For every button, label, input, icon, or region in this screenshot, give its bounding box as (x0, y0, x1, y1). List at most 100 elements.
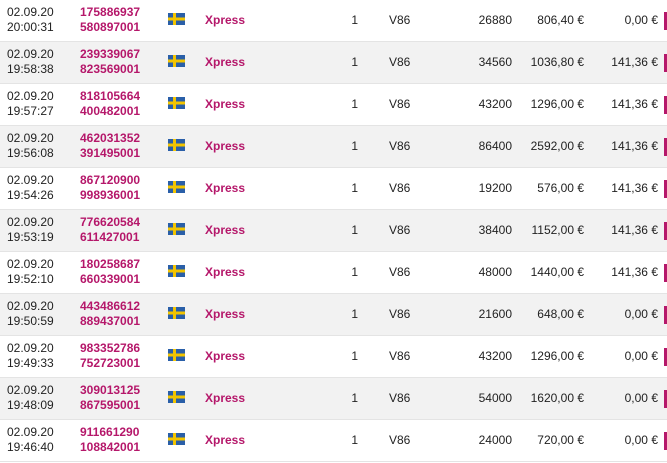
time-text: 19:49:33 (7, 356, 54, 370)
order-id[interactable]: 239339067 (80, 47, 140, 62)
product-link[interactable]: Xpress (205, 181, 245, 196)
product-link[interactable]: Xpress (205, 265, 245, 280)
order-sub-id[interactable]: 998936001 (80, 188, 140, 203)
quantity-cell: 1 (351, 13, 358, 27)
date-cell: 02.09.20 19:48:09 (7, 383, 54, 413)
order-link[interactable]: 309013125 867595001 (80, 383, 140, 413)
order-id[interactable]: 818105664 (80, 89, 140, 104)
table-row: 02.09.20 19:56:08 462031352 391495001 Xp… (0, 126, 667, 168)
product-link[interactable]: Xpress (205, 13, 245, 28)
volume-cell: 26880 (478, 13, 512, 27)
order-id[interactable]: 983352786 (80, 341, 140, 356)
order-id[interactable]: 309013125 (80, 383, 140, 398)
fee-cell: 141,36 € (611, 55, 658, 69)
fee-cell: 141,36 € (611, 181, 658, 195)
game-code-cell: V86 (389, 265, 411, 279)
time-text: 19:58:38 (7, 62, 54, 76)
product-link[interactable]: Xpress (205, 349, 245, 364)
table-row: 02.09.20 19:49:33 983352786 752723001 Xp… (0, 336, 667, 378)
table-row: 02.09.20 19:57:27 818105664 400482001 Xp… (0, 84, 667, 126)
order-sub-id[interactable]: 660339001 (80, 272, 140, 287)
order-link[interactable]: 983352786 752723001 (80, 341, 140, 371)
date-text: 02.09.20 (7, 257, 54, 271)
order-sub-id[interactable]: 867595001 (80, 398, 140, 413)
date-text: 02.09.20 (7, 299, 54, 313)
product-link[interactable]: Xpress (205, 433, 245, 448)
product-link[interactable]: Xpress (205, 97, 245, 112)
order-id[interactable]: 867120900 (80, 173, 140, 188)
volume-cell: 19200 (478, 181, 512, 195)
amount-cell: 1296,00 € (530, 349, 584, 363)
amount-cell: 1620,00 € (530, 391, 584, 405)
amount-cell: 1152,00 € (531, 223, 585, 237)
order-sub-id[interactable]: 400482001 (80, 104, 140, 119)
order-sub-id[interactable]: 611427001 (80, 230, 140, 245)
product-link[interactable]: Xpress (205, 55, 245, 70)
time-text: 19:50:59 (7, 314, 54, 328)
sweden-flag-icon (168, 55, 185, 67)
table-row: 02.09.20 19:46:40 911661290 108842001 Xp… (0, 420, 667, 462)
time-text: 19:53:19 (7, 230, 54, 244)
order-id[interactable]: 175886937 (80, 5, 140, 20)
date-cell: 02.09.20 19:52:10 (7, 257, 54, 287)
sweden-flag-icon (168, 433, 185, 445)
product-link[interactable]: Xpress (205, 391, 245, 406)
volume-cell: 86400 (478, 139, 512, 153)
product-link[interactable]: Xpress (205, 223, 245, 238)
date-cell: 02.09.20 19:53:19 (7, 215, 54, 245)
time-text: 19:54:26 (7, 188, 54, 202)
order-link[interactable]: 818105664 400482001 (80, 89, 140, 119)
order-sub-id[interactable]: 823569001 (80, 62, 140, 77)
quantity-cell: 1 (351, 391, 358, 405)
game-code-cell: V86 (389, 223, 411, 237)
order-sub-id[interactable]: 889437001 (80, 314, 140, 329)
order-id[interactable]: 776620584 (80, 215, 140, 230)
order-link[interactable]: 175886937 580897001 (80, 5, 140, 35)
order-sub-id[interactable]: 391495001 (80, 146, 140, 161)
volume-cell: 43200 (478, 97, 512, 111)
table-row: 02.09.20 20:00:31 175886937 580897001 Xp… (0, 0, 667, 42)
table-row: 02.09.20 19:58:38 239339067 823569001 Xp… (0, 42, 667, 84)
order-link[interactable]: 462031352 391495001 (80, 131, 140, 161)
product-link[interactable]: Xpress (205, 139, 245, 154)
order-id[interactable]: 462031352 (80, 131, 140, 146)
time-text: 19:52:10 (7, 272, 54, 286)
game-code-cell: V86 (389, 433, 411, 447)
product-link[interactable]: Xpress (205, 307, 245, 322)
order-link[interactable]: 911661290 108842001 (80, 425, 140, 455)
order-link[interactable]: 180258687 660339001 (80, 257, 140, 287)
fee-cell: 141,36 € (611, 223, 658, 237)
amount-cell: 1440,00 € (530, 265, 584, 279)
date-text: 02.09.20 (7, 131, 54, 145)
game-code-cell: V86 (389, 13, 411, 27)
time-text: 19:48:09 (7, 398, 54, 412)
quantity-cell: 1 (351, 349, 358, 363)
order-id[interactable]: 180258687 (80, 257, 140, 272)
fee-cell: 0,00 € (624, 307, 658, 321)
order-id[interactable]: 443486612 (80, 299, 140, 314)
order-link[interactable]: 239339067 823569001 (80, 47, 140, 77)
order-sub-id[interactable]: 108842001 (80, 440, 140, 455)
amount-cell: 1296,00 € (530, 97, 584, 111)
sweden-flag-icon (168, 97, 185, 109)
sweden-flag-icon (168, 139, 185, 151)
quantity-cell: 1 (351, 433, 358, 447)
fee-cell: 0,00 € (624, 391, 658, 405)
order-link[interactable]: 776620584 611427001 (80, 215, 140, 245)
bets-table: 02.09.20 20:00:31 175886937 580897001 Xp… (0, 0, 667, 463)
game-code-cell: V86 (389, 349, 411, 363)
order-sub-id[interactable]: 580897001 (80, 20, 140, 35)
date-text: 02.09.20 (7, 215, 54, 229)
date-text: 02.09.20 (7, 5, 54, 19)
order-sub-id[interactable]: 752723001 (80, 356, 140, 371)
order-id[interactable]: 911661290 (80, 425, 140, 440)
date-text: 02.09.20 (7, 173, 54, 187)
amount-cell: 576,00 € (537, 181, 584, 195)
volume-cell: 54000 (478, 391, 512, 405)
order-link[interactable]: 443486612 889437001 (80, 299, 140, 329)
amount-cell: 1036,80 € (530, 55, 584, 69)
volume-cell: 48000 (478, 265, 512, 279)
order-link[interactable]: 867120900 998936001 (80, 173, 140, 203)
date-cell: 02.09.20 19:56:08 (7, 131, 54, 161)
table-row: 02.09.20 19:53:19 776620584 611427001 Xp… (0, 210, 667, 252)
